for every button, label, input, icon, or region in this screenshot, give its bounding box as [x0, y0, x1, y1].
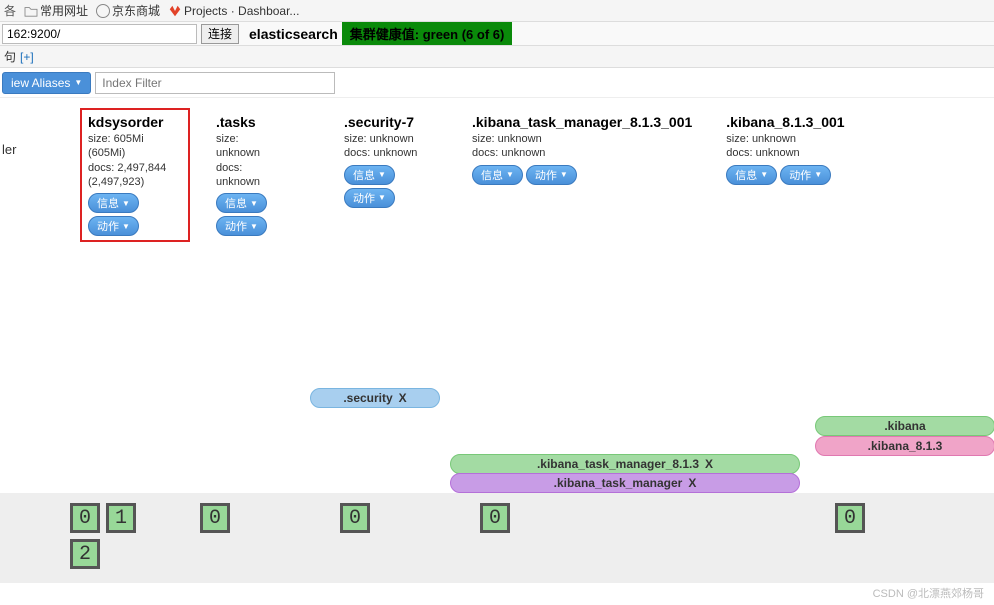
main-area: ler kdsysorder size: 605Mi(605Mi)docs: 2,…	[0, 98, 994, 242]
folder-icon	[24, 5, 38, 17]
index-meta: size: unknowndocs: unknown	[344, 132, 438, 161]
alias-label: .kibana_task_manager	[554, 476, 683, 490]
sub-toolbar: 句 [+]	[0, 46, 994, 68]
cluster-health-badge: 集群健康值: green (6 of 6)	[342, 22, 513, 45]
shard-group-.kibana_8.1.3_001: 0	[835, 503, 915, 533]
button-row: 信息 ▼ 动作 ▼	[216, 193, 310, 236]
index-card-kdsysorder[interactable]: kdsysorder size: 605Mi(605Mi)docs: 2,497,…	[80, 108, 190, 242]
info-button[interactable]: 信息 ▼	[726, 165, 777, 185]
index-row: kdsysorder size: 605Mi(605Mi)docs: 2,497,…	[0, 108, 994, 242]
alias-.security[interactable]: .security X	[310, 388, 440, 408]
action-button[interactable]: 动作 ▼	[344, 188, 395, 208]
shard-box[interactable]: 0	[200, 503, 230, 533]
alias-.kibana_8.1.3[interactable]: .kibana_8.1.3	[815, 436, 994, 456]
action-button[interactable]: 动作 ▼	[526, 165, 577, 185]
globe-icon	[96, 4, 110, 18]
info-button[interactable]: 信息 ▼	[344, 165, 395, 185]
alias-.kibana[interactable]: .kibana	[815, 416, 994, 436]
add-link[interactable]: [+]	[20, 50, 34, 64]
close-icon[interactable]: X	[688, 476, 696, 490]
index-card-.security-7[interactable]: .security-7 size: unknowndocs: unknown 信息 …	[336, 108, 446, 242]
action-button[interactable]: 动作 ▼	[216, 216, 267, 236]
shard-row: 0120000	[0, 493, 994, 583]
shard-box[interactable]: 0	[70, 503, 100, 533]
shard-group-.security-7: 0	[340, 503, 420, 533]
url-input[interactable]	[2, 24, 197, 44]
index-name: .kibana_task_manager_8.1.3_001	[472, 114, 692, 130]
controls-row: iew Aliases ▼	[0, 68, 994, 98]
sub-text: 句	[4, 48, 16, 65]
index-name: .security-7	[344, 114, 438, 130]
index-meta: size: 605Mi(605Mi)docs: 2,497,844(2,497,…	[88, 132, 182, 189]
address-bar: 连接 elasticsearch 集群健康值: green (6 of 6)	[0, 22, 994, 46]
alias-label: .kibana	[884, 419, 925, 433]
bookmark-frequent[interactable]: 常用网址	[24, 2, 88, 19]
watermark: CSDN @北漂燕郊杨哥	[873, 585, 984, 601]
close-icon[interactable]: X	[705, 457, 713, 471]
action-button[interactable]: 动作 ▼	[88, 216, 139, 236]
bookmark-label: 常用网址	[40, 2, 88, 19]
chevron-down-icon: ▼	[506, 170, 514, 179]
alias-.kibana_task_manager_8.1.3[interactable]: .kibana_task_manager_8.1.3 X	[450, 454, 800, 474]
index-meta: size: unknowndocs: unknown	[726, 132, 844, 161]
index-card-.tasks[interactable]: .tasks size:unknowndocs:unknown 信息 ▼ 动作 ▼	[208, 108, 318, 242]
sidebar-label: ler	[2, 142, 16, 157]
view-aliases-dropdown[interactable]: iew Aliases ▼	[2, 72, 91, 94]
browser-bookmarks-bar: 各 常用网址 京东商城 Projects · Dashboar...	[0, 0, 994, 22]
index-name: .tasks	[216, 114, 310, 130]
alias-label: .kibana_8.1.3	[868, 439, 943, 453]
chevron-down-icon: ▼	[250, 222, 258, 231]
bookmark-label: 京东商城	[112, 2, 160, 19]
shard-group-.tasks: 0	[200, 503, 280, 533]
button-row: 信息 ▼ 动作 ▼	[88, 193, 182, 236]
chevron-down-icon: ▼	[250, 199, 258, 208]
action-button[interactable]: 动作 ▼	[780, 165, 831, 185]
close-icon[interactable]: X	[399, 391, 407, 405]
index-card-.kibana_task_manager_8.1.3_001[interactable]: .kibana_task_manager_8.1.3_001 size: unkn…	[464, 108, 700, 242]
chevron-down-icon: ▼	[122, 199, 130, 208]
button-row: 信息 ▼动作 ▼	[726, 165, 844, 185]
chevron-down-icon: ▼	[814, 170, 822, 179]
connect-button[interactable]: 连接	[201, 24, 239, 44]
button-row: 信息 ▼ 动作 ▼	[344, 165, 438, 208]
index-name: .kibana_8.1.3_001	[726, 114, 844, 130]
index-meta: size: unknowndocs: unknown	[472, 132, 692, 161]
index-filter-input[interactable]	[95, 72, 335, 94]
index-name: kdsysorder	[88, 114, 182, 130]
shard-box[interactable]: 1	[106, 503, 136, 533]
app-name: elasticsearch	[249, 26, 338, 42]
shard-group-kdsysorder: 012	[70, 503, 150, 569]
shard-box[interactable]: 0	[835, 503, 865, 533]
alias-label: .security	[343, 391, 392, 405]
alias-label: .kibana_task_manager_8.1.3	[537, 457, 699, 471]
shard-box[interactable]: 2	[70, 539, 100, 569]
info-button[interactable]: 信息 ▼	[88, 193, 139, 213]
view-aliases-label: iew Aliases	[11, 76, 70, 90]
chevron-down-icon: ▼	[378, 170, 386, 179]
shard-group-.kibana_task_manager_8.1.3_001: 0	[480, 503, 560, 533]
bookmark-gitlab[interactable]: Projects · Dashboar...	[168, 4, 299, 18]
bookmark-jd[interactable]: 京东商城	[96, 2, 160, 19]
info-button[interactable]: 信息 ▼	[472, 165, 523, 185]
gitlab-icon	[168, 4, 182, 18]
toolbar-prefix: 各	[4, 2, 16, 19]
chevron-down-icon: ▼	[122, 222, 130, 231]
bookmark-label: Projects · Dashboar...	[184, 4, 299, 18]
alias-.kibana_task_manager[interactable]: .kibana_task_manager X	[450, 473, 800, 493]
index-card-.kibana_8.1.3_001[interactable]: .kibana_8.1.3_001 size: unknowndocs: unkn…	[718, 108, 852, 242]
chevron-down-icon: ▼	[378, 193, 386, 202]
chevron-down-icon: ▼	[760, 170, 768, 179]
button-row: 信息 ▼动作 ▼	[472, 165, 692, 185]
chevron-down-icon: ▼	[74, 78, 82, 87]
index-meta: size:unknowndocs:unknown	[216, 132, 310, 189]
shard-box[interactable]: 0	[340, 503, 370, 533]
shard-box[interactable]: 0	[480, 503, 510, 533]
info-button[interactable]: 信息 ▼	[216, 193, 267, 213]
chevron-down-icon: ▼	[560, 170, 568, 179]
